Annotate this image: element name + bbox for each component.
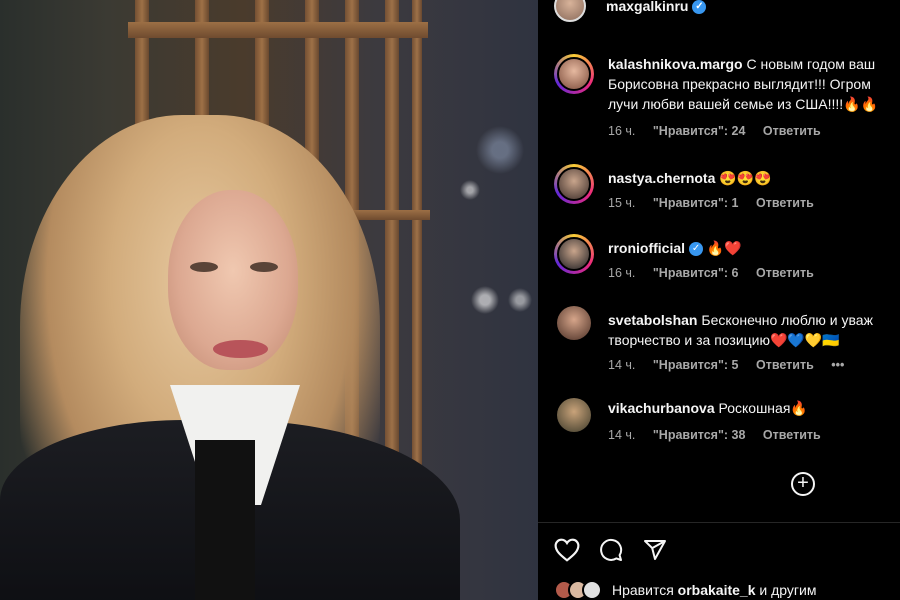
liker-avatar (582, 580, 602, 600)
divider (538, 522, 900, 523)
comment-content: 😍😍😍 (719, 170, 772, 186)
verified-badge-icon: ✓ (692, 0, 707, 15)
comment-time: 16 ч. (608, 266, 636, 280)
post-photo[interactable] (0, 0, 538, 600)
load-more-comments-button[interactable]: + (791, 472, 815, 496)
comment-avatar[interactable] (554, 234, 594, 274)
reply-button[interactable]: Ответить (756, 266, 814, 280)
comment-content-line2: Борисовна прекрасно выглядит!!! Огром (608, 76, 871, 92)
likes-summary: Нравится orbakaite_k и другим (554, 580, 816, 600)
comment-username[interactable]: nastya.chernota (608, 170, 715, 186)
verified-badge-icon: ✓ (689, 242, 704, 257)
comment-text: kalashnikova.margo С новым годом ваш Бор… (608, 54, 900, 114)
comment-likes-count[interactable]: "Нравится": 1 (653, 196, 739, 210)
comment-text: vikachurbanova Роскошная🔥 (608, 398, 900, 418)
comment-content: Бесконечно люблю и уваж (701, 312, 873, 328)
comment-avatar[interactable] (554, 164, 594, 204)
heart-icon[interactable] (554, 538, 580, 562)
comment-icon[interactable] (598, 538, 624, 562)
reply-button[interactable]: Ответить (756, 358, 814, 372)
comments-panel: maxgalkinru ✓ kalashnikova.margo С новым … (538, 0, 900, 600)
comment-avatar[interactable] (557, 306, 591, 340)
comment-time: 16 ч. (608, 124, 636, 138)
comment-username[interactable]: vikachurbanova (608, 400, 715, 416)
comment-username[interactable]: svetabolshan (608, 312, 697, 328)
comment-likes-count[interactable]: "Нравится": 5 (653, 358, 739, 372)
comment-content: 🔥❤️ (706, 240, 742, 256)
inner-shirt (195, 440, 255, 600)
comment-meta: 14 ч. "Нравится": 5 Ответить ••• (608, 358, 858, 372)
comment-time: 14 ч. (608, 358, 636, 372)
comment-username[interactable]: kalashnikova.margo (608, 56, 743, 72)
send-icon[interactable] (642, 538, 668, 562)
comment-meta: 16 ч. "Нравится": 6 Ответить (608, 266, 828, 280)
comment-time: 15 ч. (608, 196, 636, 210)
comment-content: С новым годом ваш (746, 56, 876, 72)
eye (190, 262, 218, 272)
comment-content-line3: лучи любви вашей семье из США!!!!🔥🔥 (608, 96, 879, 112)
comment-text: rroniofficial ✓ 🔥❤️ (608, 238, 900, 258)
likes-prefix: Нравится (612, 582, 674, 598)
more-options-icon[interactable]: ••• (831, 358, 844, 372)
comment-avatar[interactable] (554, 54, 594, 94)
wood-slat (385, 0, 399, 470)
comment-content: Роскошная🔥 (718, 400, 808, 416)
author-username-text[interactable]: maxgalkinru (606, 0, 688, 14)
comment-likes-count[interactable]: "Нравится": 24 (653, 124, 746, 138)
comment-avatar[interactable] (557, 398, 591, 432)
comment-meta: 14 ч. "Нравится": 38 Ответить (608, 428, 835, 442)
comment-text: svetabolshan Бесконечно люблю и уваж тво… (608, 310, 900, 350)
wood-bar (128, 22, 428, 38)
comment-time: 14 ч. (608, 428, 636, 442)
reply-button[interactable]: Ответить (756, 196, 814, 210)
post-header: maxgalkinru ✓ (554, 0, 707, 22)
comment-text: nastya.chernota 😍😍😍 (608, 168, 900, 188)
comment-meta: 15 ч. "Нравится": 1 Ответить (608, 196, 828, 210)
comment-likes-count[interactable]: "Нравится": 38 (653, 428, 746, 442)
author-avatar[interactable] (554, 0, 586, 22)
reply-button[interactable]: Ответить (763, 428, 821, 442)
likes-text: Нравится orbakaite_k и другим (612, 582, 816, 598)
lips (213, 340, 268, 358)
comment-meta: 16 ч. "Нравится": 24 Ответить (608, 124, 835, 138)
liker-username[interactable]: orbakaite_k (678, 582, 756, 598)
likes-suffix[interactable]: и другим (759, 582, 816, 598)
comment-content-line2: творчество и за позицию❤️💙💛🇺🇦 (608, 332, 840, 348)
reply-button[interactable]: Ответить (763, 124, 821, 138)
wood-slat (412, 0, 422, 470)
author-username[interactable]: maxgalkinru ✓ (606, 0, 707, 15)
eye (250, 262, 278, 272)
post-actions (554, 538, 668, 562)
comment-username[interactable]: rroniofficial (608, 240, 685, 256)
comment-likes-count[interactable]: "Нравится": 6 (653, 266, 739, 280)
